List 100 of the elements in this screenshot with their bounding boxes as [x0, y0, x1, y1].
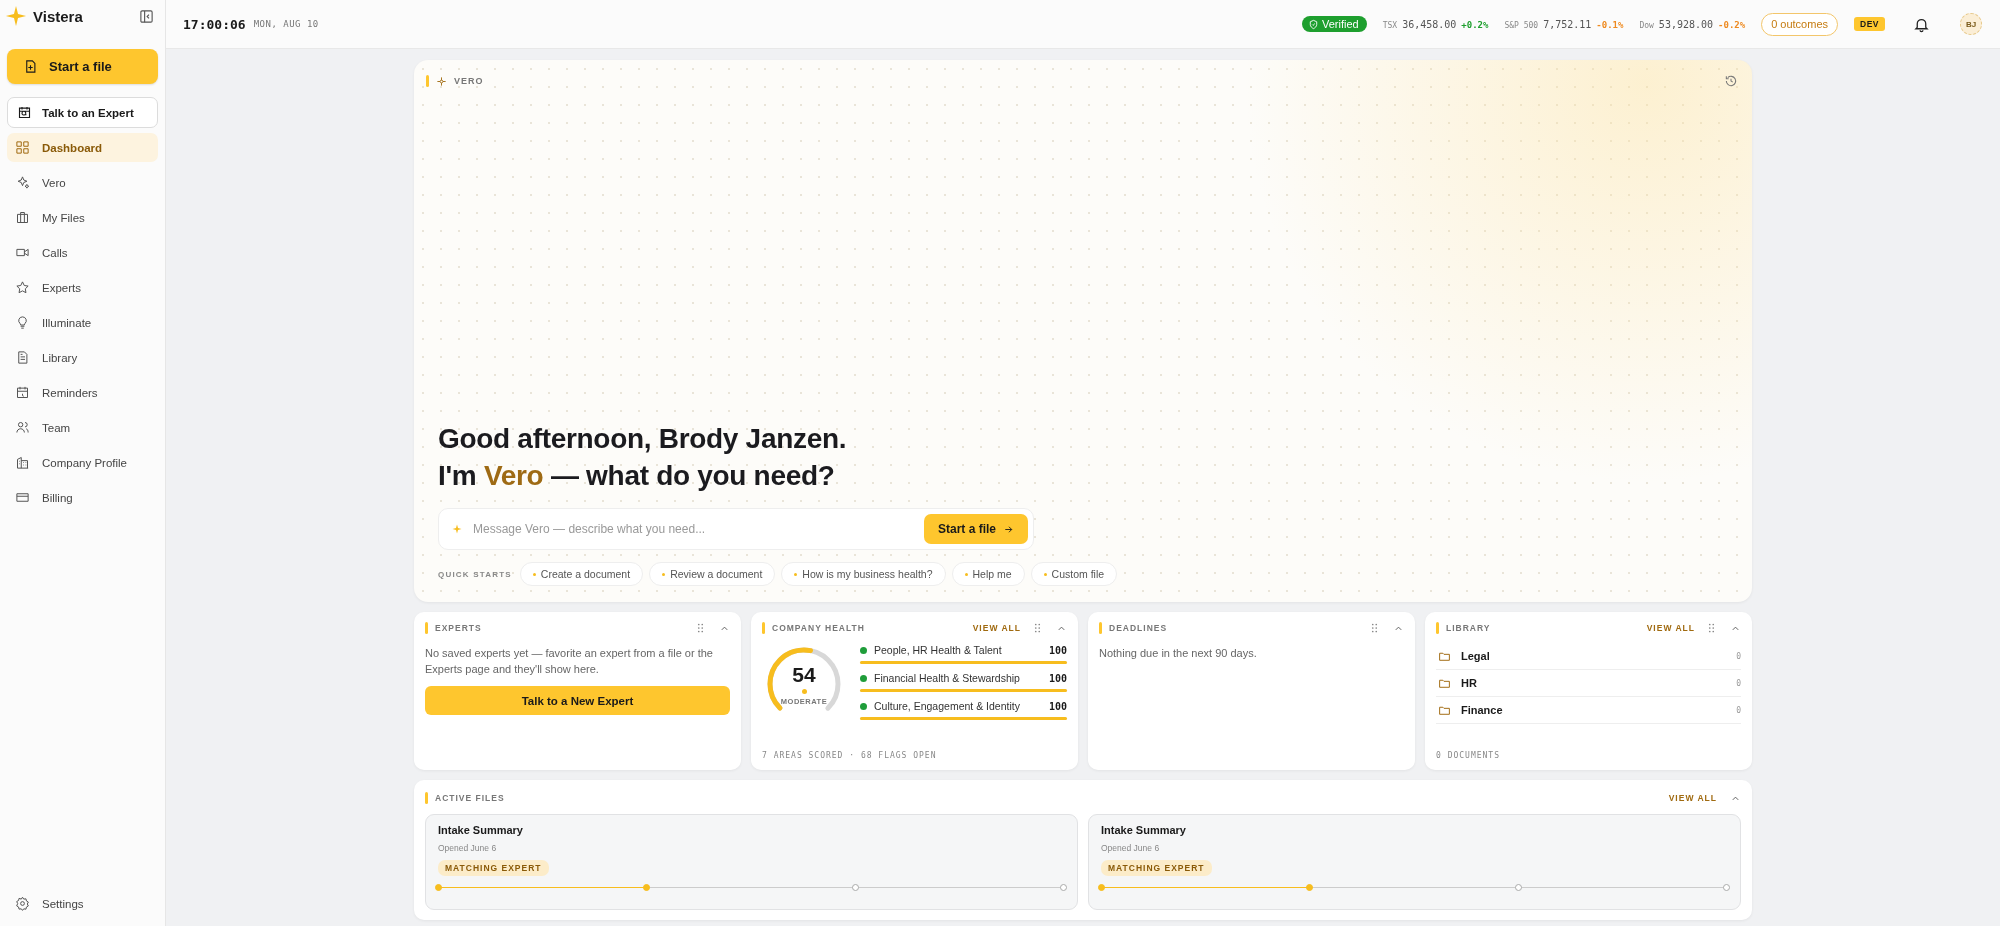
- quick-start-chip[interactable]: Help me: [951, 562, 1025, 586]
- empty-state-message: Nothing due in the next 90 days.: [1099, 646, 1258, 661]
- drag-handle-icon[interactable]: [1371, 623, 1378, 633]
- progress-step: [1060, 884, 1067, 891]
- status-badge: MATCHING EXPERT: [438, 860, 549, 876]
- ticker-change: -0.2%: [1718, 19, 1746, 30]
- start-file-button[interactable]: Start a file: [7, 49, 158, 84]
- start-file-button[interactable]: Start a file: [923, 514, 1028, 544]
- area-name: Financial Health & Stewardship: [874, 672, 1021, 684]
- quick-start-chip[interactable]: Create a document: [519, 562, 644, 586]
- folder-count: 0: [1736, 678, 1741, 688]
- panel-title: VERO: [454, 76, 484, 86]
- sparkle-icon: [436, 75, 447, 87]
- sidebar-item[interactable]: Billing: [7, 483, 158, 512]
- talk-to-expert-button[interactable]: Talk to an Expert: [7, 97, 158, 128]
- lightbulb-icon: [15, 315, 30, 330]
- talk-to-new-expert-button[interactable]: Talk to a New Expert: [425, 686, 730, 715]
- file-title: Intake Summary: [438, 824, 523, 836]
- sparkles-icon: [15, 175, 30, 190]
- progress-step: [435, 884, 442, 891]
- folder-name[interactable]: Finance: [1461, 704, 1727, 716]
- outcomes-button[interactable]: 0 outcomes: [1761, 12, 1838, 36]
- ticker-value: 53,928.00: [1658, 18, 1714, 30]
- arrow-right-icon: [1003, 523, 1014, 535]
- collapse-sidebar-icon[interactable]: [139, 8, 154, 24]
- date-label: MON, AUG 10: [253, 19, 319, 29]
- document-icon: [15, 350, 30, 365]
- message-field[interactable]: Message Vero — describe what you need... Start a file: [438, 508, 1034, 550]
- ticker-change: +0.2%: [1461, 19, 1489, 30]
- video-camera-icon: [15, 245, 30, 260]
- clock-time: 17:00:06: [183, 16, 246, 32]
- panel-title: ACTIVE FILES: [435, 793, 505, 803]
- shield-check-icon: [1308, 18, 1319, 30]
- settings-icon: [15, 896, 30, 911]
- area-name: People, HR Health & Talent: [874, 644, 1003, 656]
- logo-icon: [5, 5, 27, 27]
- ticker-change: -0.1%: [1596, 19, 1624, 30]
- building-icon: [15, 455, 30, 470]
- drag-handle-icon[interactable]: [1034, 623, 1041, 633]
- area-score: 100: [1048, 672, 1067, 684]
- sidebar-item[interactable]: Library: [7, 343, 158, 372]
- card-title: EXPERTS: [435, 623, 482, 633]
- area-score: 100: [1048, 644, 1067, 656]
- view-all-link[interactable]: VIEW ALL: [1668, 793, 1717, 803]
- quick-start-chip[interactable]: Review a document: [649, 562, 776, 586]
- drag-handle-icon[interactable]: [697, 623, 704, 633]
- card-footer: 0 DOCUMENTS: [1436, 751, 1741, 760]
- environment-badge: DEV: [1854, 17, 1885, 31]
- sidebar-item[interactable]: Experts: [7, 273, 158, 302]
- area-name: Culture, Engagement & Identity: [874, 700, 1021, 712]
- sidebar-item[interactable]: Reminders: [7, 378, 158, 407]
- sidebar-item[interactable]: Company Profile: [7, 448, 158, 477]
- progress-step: [1098, 884, 1105, 891]
- card-title: LIBRARY: [1446, 623, 1491, 633]
- sparkle-icon: [451, 523, 463, 535]
- calendar-clock-icon: [15, 385, 30, 400]
- quick-start-chip[interactable]: Custom file: [1030, 562, 1118, 586]
- empty-state-message: No saved experts yet — favorite an expert from a file or the Experts page and they'll show here.: [425, 646, 714, 677]
- prompt-heading: I'm Vero — what do you need?: [438, 459, 836, 493]
- file-plus-icon: [23, 59, 38, 74]
- credit-card-icon: [15, 490, 30, 505]
- ticker-symbol: TSX: [1382, 20, 1398, 30]
- sidebar-item[interactable]: Team: [7, 413, 158, 442]
- area-score: 100: [1048, 700, 1067, 712]
- progress-step: [851, 884, 859, 891]
- card-title: COMPANY HEALTH: [772, 623, 865, 633]
- view-all-link[interactable]: VIEW ALL: [972, 623, 1021, 633]
- quick-starts-label: QUICK STARTS: [438, 569, 512, 579]
- folder-count: 0: [1736, 705, 1741, 715]
- card-title: DEADLINES: [1109, 623, 1168, 633]
- brand-name: Vistera: [33, 7, 83, 25]
- ticker-value: 36,458.00: [1402, 18, 1457, 30]
- people-icon: [15, 420, 30, 435]
- history-icon[interactable]: [1724, 74, 1738, 88]
- user-avatar[interactable]: BJ: [1960, 13, 1982, 35]
- drag-handle-icon[interactable]: [1708, 623, 1715, 633]
- ticker-symbol: S&P 500: [1504, 20, 1539, 30]
- settings-item[interactable]: Settings: [7, 889, 158, 918]
- file-opened-date: Opened June 6: [438, 843, 497, 853]
- sidebar-item[interactable]: My Files: [7, 203, 158, 232]
- folder-name[interactable]: HR: [1461, 677, 1727, 689]
- folder-name[interactable]: Legal: [1461, 650, 1727, 662]
- file-title: Intake Summary: [1101, 824, 1186, 836]
- sidebar-item[interactable]: Dashboard: [7, 133, 158, 162]
- sidebar-item[interactable]: Illuminate: [7, 308, 158, 337]
- greeting-heading: Good afternoon, Brody Janzen.: [438, 422, 848, 456]
- sidebar-item[interactable]: Calls: [7, 238, 158, 267]
- sidebar-item[interactable]: Vero: [7, 168, 158, 197]
- progress-step: [1514, 884, 1522, 891]
- card-footer: 7 AREAS SCORED · 68 FLAGS OPEN: [762, 751, 1067, 760]
- status-badge: MATCHING EXPERT: [1101, 860, 1212, 876]
- quick-start-chip[interactable]: How is my business health?: [781, 562, 946, 586]
- file-opened-date: Opened June 6: [1101, 843, 1160, 853]
- calendar-clock-icon: [17, 105, 32, 120]
- file-card[interactable]: Intake Summary Opened June 6 MATCHING EXPERT: [425, 814, 1078, 910]
- star-icon: [15, 280, 30, 295]
- health-score: 54: [791, 663, 817, 687]
- grid-icon: [15, 140, 30, 155]
- file-card[interactable]: Intake Summary Opened June 6 MATCHING EXPERT: [1088, 814, 1741, 910]
- view-all-link[interactable]: VIEW ALL: [1646, 623, 1695, 633]
